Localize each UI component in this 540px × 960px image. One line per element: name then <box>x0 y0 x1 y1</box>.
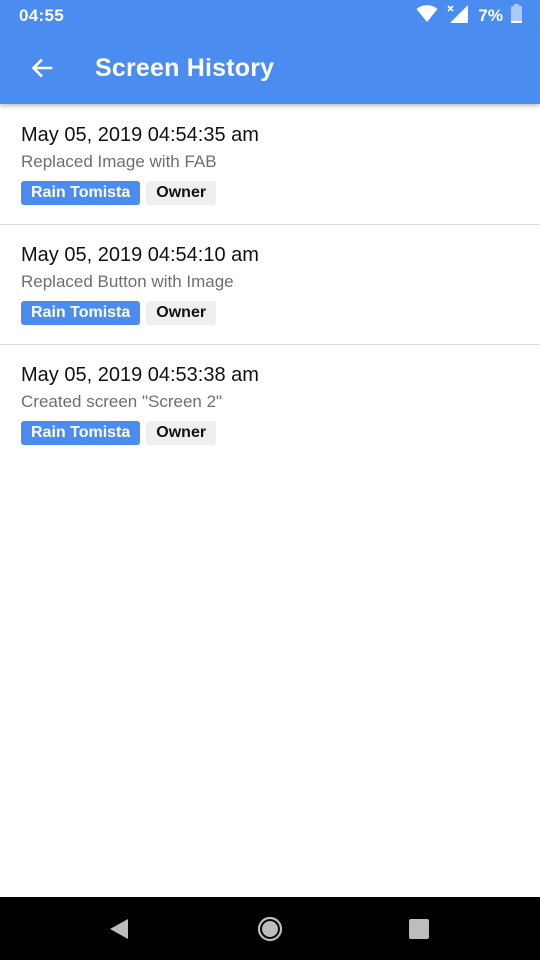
history-description: Replaced Image with FAB <box>21 152 217 171</box>
nav-back-button[interactable] <box>89 897 149 960</box>
history-list: May 05, 2019 04:54:35 am Replaced Image … <box>0 105 540 465</box>
battery-icon <box>511 4 522 28</box>
signal-icon <box>446 4 470 29</box>
history-timestamp: May 05, 2019 04:53:38 am <box>21 364 259 386</box>
history-item[interactable]: May 05, 2019 04:54:10 am Replaced Button… <box>0 225 540 345</box>
nav-recents-button[interactable] <box>389 897 449 960</box>
battery-level: 7% <box>478 6 503 25</box>
history-tags: Rain Tomista Owner <box>21 301 540 325</box>
page-title: Screen History <box>95 53 275 82</box>
status-time: 04:55 <box>19 6 64 25</box>
wifi-icon <box>416 4 438 28</box>
status-bar: 04:55 7% <box>0 0 540 32</box>
history-item[interactable]: May 05, 2019 04:53:38 am Created screen … <box>0 345 540 465</box>
user-chip: Rain Tomista <box>21 301 141 325</box>
back-button[interactable] <box>22 48 62 88</box>
history-timestamp: May 05, 2019 04:54:10 am <box>21 244 259 266</box>
square-recents-icon <box>409 918 429 939</box>
role-chip: Owner <box>146 421 217 445</box>
history-tags: Rain Tomista Owner <box>21 181 540 205</box>
app-bar: Screen History <box>0 32 540 104</box>
arrow-left-icon <box>31 58 53 78</box>
status-icons: 7% <box>416 4 522 29</box>
history-item[interactable]: May 05, 2019 04:54:35 am Replaced Image … <box>0 105 540 225</box>
role-chip: Owner <box>146 181 217 205</box>
user-chip: Rain Tomista <box>21 421 141 445</box>
history-description: Replaced Button with Image <box>21 272 234 291</box>
history-description: Created screen "Screen 2" <box>21 392 223 411</box>
history-tags: Rain Tomista Owner <box>21 421 540 445</box>
system-nav-bar <box>0 897 540 960</box>
circle-home-icon <box>257 916 283 941</box>
history-timestamp: May 05, 2019 04:54:35 am <box>21 124 259 146</box>
role-chip: Owner <box>146 301 217 325</box>
nav-home-button[interactable] <box>240 897 300 960</box>
user-chip: Rain Tomista <box>21 181 141 205</box>
triangle-back-icon <box>110 918 128 939</box>
